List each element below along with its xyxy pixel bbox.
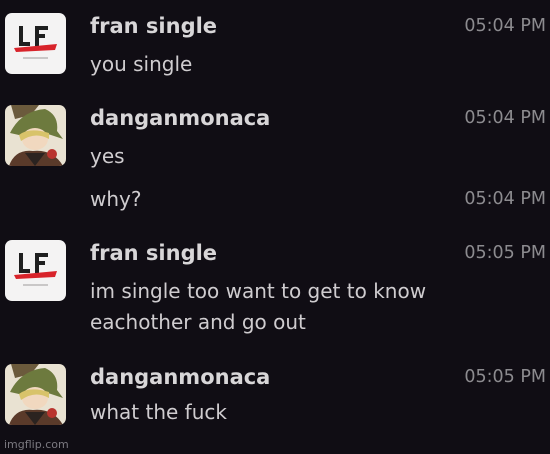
message-text: you single: [90, 52, 193, 76]
message-timestamp: 05:05 PM: [464, 243, 546, 263]
message-text: yes: [90, 144, 125, 168]
message-author[interactable]: danganmonaca: [90, 105, 270, 131]
message-author[interactable]: danganmonaca: [90, 364, 270, 390]
message-timestamp: 05:04 PM: [464, 108, 546, 128]
anime-character-avatar-icon: [5, 364, 66, 425]
lf-logo-avatar-icon: [5, 13, 66, 74]
lf-logo-avatar-icon: [5, 240, 66, 301]
avatar[interactable]: [5, 13, 66, 74]
message-text: why?: [90, 187, 142, 211]
message-timestamp: 05:04 PM: [464, 189, 546, 209]
avatar[interactable]: [5, 240, 66, 301]
message-text: im single too want to get to know: [90, 279, 427, 303]
avatar[interactable]: [5, 105, 66, 166]
anime-character-avatar-icon: [5, 105, 66, 166]
message-text: eachother and go out: [90, 310, 306, 334]
message-author[interactable]: fran single: [90, 240, 217, 266]
watermark: imgflip.com: [4, 438, 69, 451]
message-timestamp: 05:04 PM: [464, 16, 546, 36]
message-timestamp: 05:05 PM: [464, 367, 546, 387]
message-text: what the fuck: [90, 400, 227, 424]
message-author[interactable]: fran single: [90, 13, 217, 39]
chat-window: fran single 05:04 PM you single danganmo…: [0, 0, 550, 454]
avatar[interactable]: [5, 364, 66, 425]
